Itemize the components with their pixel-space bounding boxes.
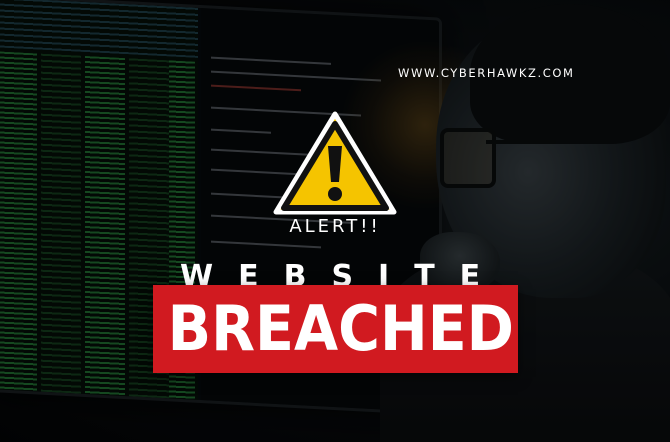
hero-image: WWW.CYBERHAWKZ.COM ALERT!! WEBSITE BREAC… [0,0,670,442]
headline-main: BREACHED [167,292,515,365]
site-url: WWW.CYBERHAWKZ.COM [398,66,575,80]
alert-label: ALERT!! [289,216,381,237]
warning-triangle-icon [273,111,397,215]
